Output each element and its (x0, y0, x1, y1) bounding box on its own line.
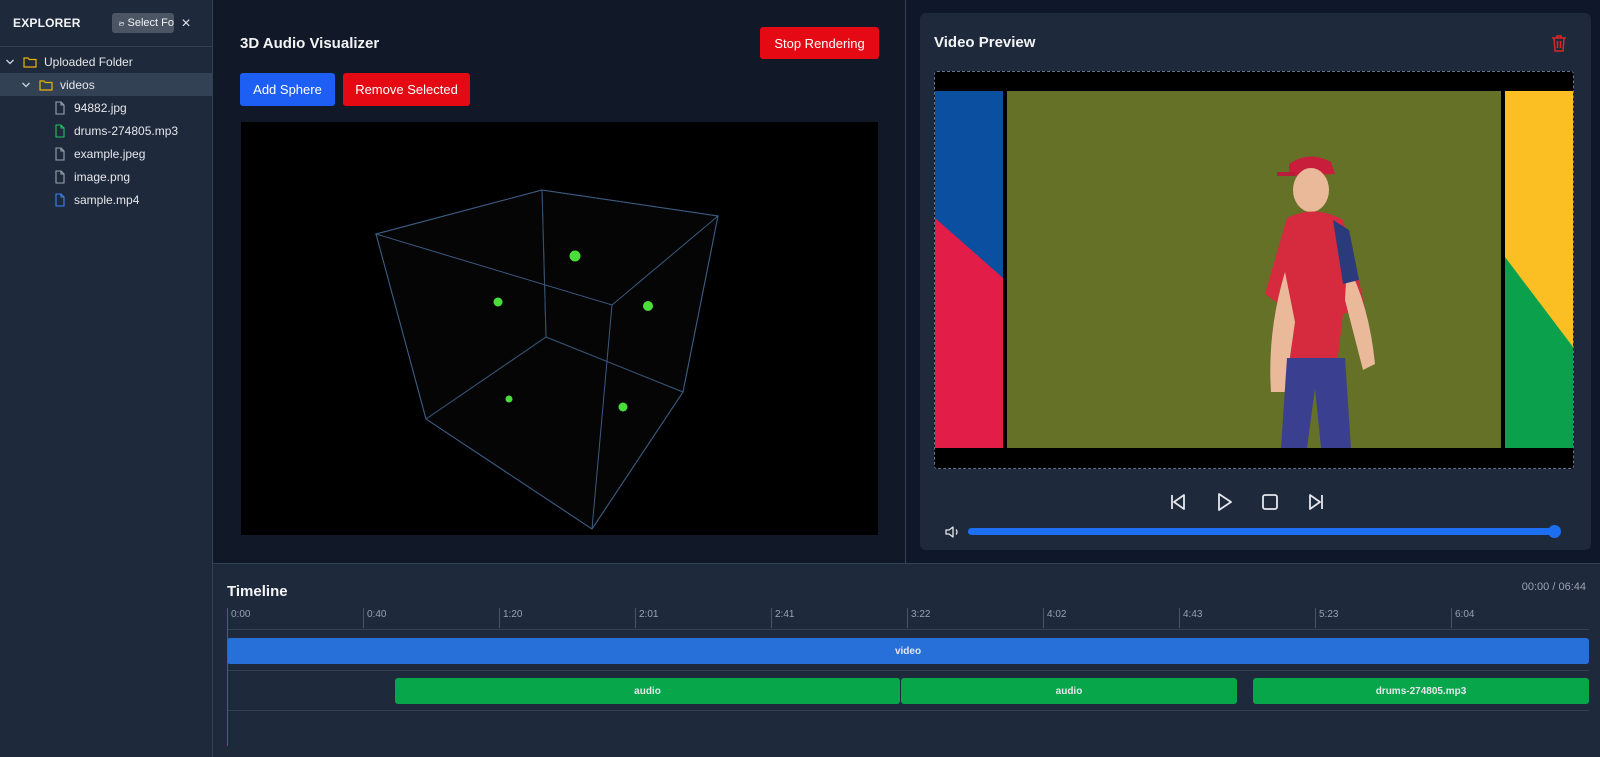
visualizer-panel: 3D Audio Visualizer Stop Rendering Add S… (213, 0, 906, 563)
tree-item-label: sample.mp4 (74, 192, 140, 207)
tree-item-sample-mp4[interactable]: sample.mp4 (0, 188, 212, 211)
timeline-clip-drums[interactable]: drums-274805.mp3 (1253, 678, 1589, 704)
skip-forward-icon[interactable] (1304, 490, 1328, 514)
stop-icon[interactable] (1258, 490, 1282, 514)
cube-scene (374, 189, 720, 530)
select-folder-label: Select Fo (127, 17, 174, 29)
video-thumbnail (935, 72, 1573, 468)
timeline-tick: 4:02 (1043, 608, 1066, 628)
select-folder-button[interactable]: Select Fo (112, 13, 174, 33)
timeline-tick: 6:04 (1451, 608, 1474, 628)
folder-icon (39, 79, 53, 91)
timeline-tick: 3:22 (907, 608, 930, 628)
timeline-time-display: 00:00 / 06:44 (1521, 581, 1586, 593)
timeline-tick: 0:40 (363, 608, 386, 628)
chevron-down-icon (6, 59, 14, 64)
timeline-clip-audio[interactable]: audio (395, 678, 900, 704)
tree-item-label: 94882.jpg (74, 100, 127, 115)
timeline-clip-video[interactable]: video (227, 638, 1589, 664)
play-icon[interactable] (1212, 490, 1236, 514)
add-sphere-button[interactable]: Add Sphere (240, 73, 335, 106)
timeline-track-video: video (227, 631, 1589, 671)
explorer-title: EXPLORER (13, 16, 81, 30)
visualizer-title: 3D Audio Visualizer (240, 35, 380, 52)
volume-slider-fill (968, 528, 1554, 535)
tree-item-label: example.jpeg (74, 146, 146, 161)
remove-selected-button[interactable]: Remove Selected (343, 73, 470, 106)
playback-controls (920, 490, 1591, 516)
audio-file-icon (55, 123, 65, 138)
timeline-tick: 0:00 (227, 608, 250, 628)
sphere[interactable] (618, 402, 628, 412)
stop-rendering-button[interactable]: Stop Rendering (760, 27, 879, 59)
sphere[interactable] (493, 297, 503, 307)
timeline-playhead[interactable] (227, 608, 228, 746)
video-preview-panel: Video Preview (920, 13, 1591, 550)
volume-slider[interactable] (968, 525, 1561, 538)
timeline-tick: 1:20 (499, 608, 522, 628)
sphere[interactable] (569, 250, 581, 262)
tree-item-videos[interactable]: videos (0, 73, 212, 96)
volume-icon[interactable] (945, 525, 961, 539)
video-file-icon (55, 192, 65, 207)
tree-item-drums-mp3[interactable]: drums-274805.mp3 (0, 119, 212, 142)
tree-item-label: drums-274805.mp3 (74, 123, 179, 138)
timeline-clip-audio[interactable]: audio (901, 678, 1237, 704)
explorer-sidebar: EXPLORER Select Fo × Uploaded Folder vid… (0, 0, 213, 757)
folder-open-icon (119, 21, 125, 26)
tree-item-image-png[interactable]: image.png (0, 165, 212, 188)
preview-title: Video Preview (934, 34, 1036, 51)
skip-back-icon[interactable] (1166, 490, 1190, 514)
file-icon (55, 146, 65, 161)
tree-item-uploaded-folder[interactable]: Uploaded Folder (0, 50, 212, 73)
volume-slider-knob[interactable] (1548, 525, 1561, 538)
timeline-ruler[interactable]: 0:00 0:40 1:20 2:01 2:41 3:22 4:02 4:43 5:23 6:04 (227, 608, 1589, 630)
folder-icon (23, 56, 37, 68)
timeline-tick: 2:01 (635, 608, 658, 628)
timeline-title: Timeline (227, 583, 288, 600)
tree-item-label: image.png (74, 169, 131, 184)
video-frame[interactable] (934, 71, 1574, 469)
visualizer-canvas[interactable] (241, 122, 878, 535)
trash-icon[interactable] (1550, 33, 1568, 53)
tree-item-94882-jpg[interactable]: 94882.jpg (0, 96, 212, 119)
file-icon (55, 100, 65, 115)
sphere[interactable] (643, 301, 653, 311)
close-icon[interactable]: × (178, 14, 194, 34)
timeline-tick: 2:41 (771, 608, 794, 628)
timeline-tick: 5:23 (1315, 608, 1338, 628)
timeline-panel: Timeline 00:00 / 06:44 0:00 0:40 1:20 2:01 2… (213, 563, 1600, 757)
explorer-header: EXPLORER Select Fo × (0, 0, 212, 47)
sphere[interactable] (505, 395, 513, 403)
tree-item-label: Uploaded Folder (44, 54, 133, 69)
timeline-tick: 4:43 (1179, 608, 1202, 628)
chevron-down-icon (22, 82, 30, 87)
tree-item-label: videos (60, 77, 95, 92)
file-icon (55, 169, 65, 184)
tree-item-example-jpeg[interactable]: example.jpeg (0, 142, 212, 165)
timeline-track-audio: audio audio drums-274805.mp3 (227, 671, 1589, 711)
